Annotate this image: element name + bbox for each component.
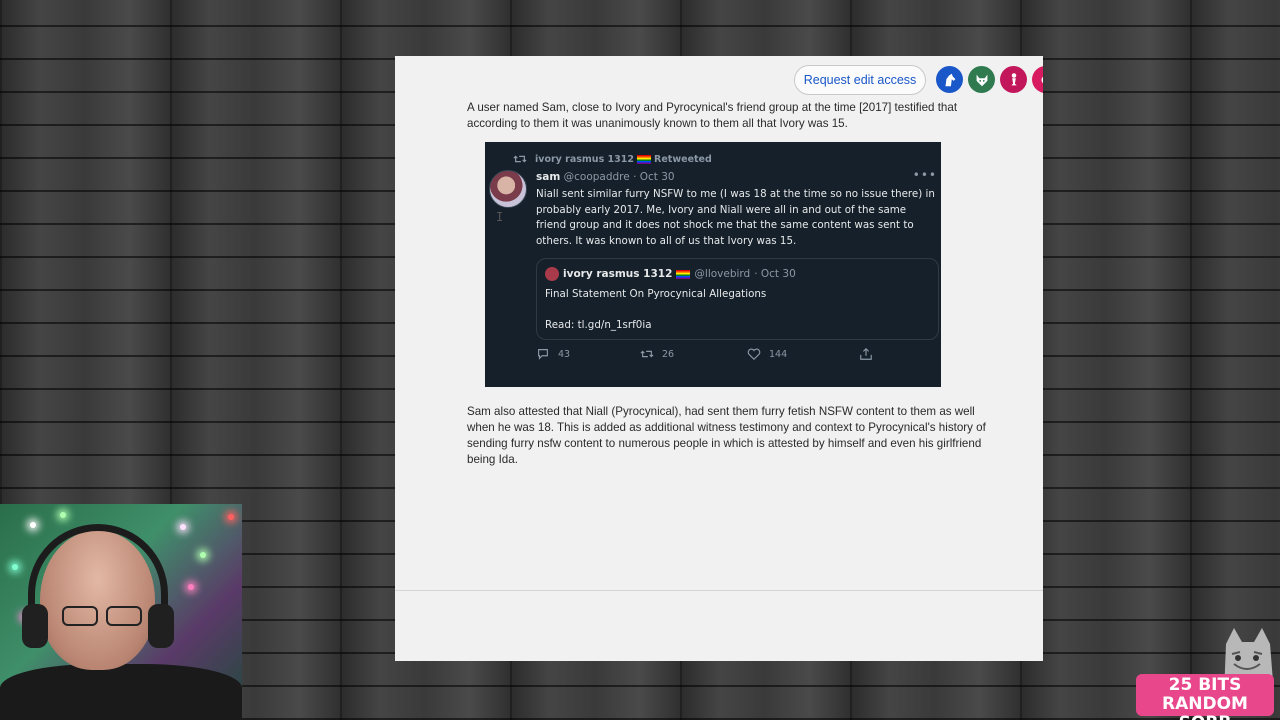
headphone-earcup-left (22, 604, 48, 648)
quoted-tweet-link: Read: tl.gd/n_1srf0ia (545, 319, 652, 331)
page-break-divider (395, 590, 1043, 591)
reply-count: 43 (558, 348, 571, 360)
avatar-partial-icon (1041, 75, 1043, 84)
wolf-icon (976, 74, 987, 86)
string-light (30, 522, 36, 528)
quoted-author-name: ivory rasmus 1312 (563, 268, 673, 280)
quoted-author-handle: @llovebird (694, 268, 751, 280)
author-avatar (489, 170, 527, 208)
horse-icon (945, 73, 955, 86)
collaborator-avatar-partial[interactable] (1032, 66, 1043, 93)
quoted-tweet-date: · Oct 30 (754, 268, 796, 280)
string-light (12, 564, 18, 570)
string-light (200, 552, 206, 558)
collaborator-avatar-wolf[interactable] (968, 66, 995, 93)
tweet-body: Niall sent similar furry NSFW to me (I w… (536, 188, 935, 247)
retweet-count: 26 (662, 348, 675, 360)
paragraph-additional-testimony: Sam also attested that Niall (Pyrocynica… (467, 405, 986, 466)
glasses-lens (106, 606, 142, 626)
reply-action: 43 (536, 347, 570, 361)
author-name: sam (536, 171, 561, 183)
share-icon (860, 347, 872, 360)
bits-sender: RANDOM SORB (1162, 694, 1248, 720)
share-action (859, 347, 873, 361)
streamer-shirt (0, 664, 242, 720)
more-options-icon: ••• (912, 168, 937, 182)
string-light (60, 512, 66, 518)
headphone-earcup-right (148, 604, 174, 648)
chess-piece-icon (1010, 72, 1017, 85)
string-light (188, 584, 194, 590)
collaborator-avatar-chess[interactable] (1000, 66, 1027, 93)
author-handle: @coopaddre (563, 171, 630, 183)
webcam-feed (0, 504, 242, 720)
quoted-tweet-header: ivory rasmus 1312 @llovebird · Oct 30 (545, 267, 796, 281)
tweet-header: sam @coopaddre · Oct 30 (536, 171, 675, 183)
text-cursor-icon: I (496, 210, 504, 224)
rainbow-flag-icon (637, 154, 652, 164)
retweet-icon (513, 155, 527, 163)
retweet-indicator: ivory rasmus 1312 Retweeted (513, 152, 712, 166)
paragraph-sam-testimony: A user named Sam, close to Ivory and Pyr… (467, 101, 958, 130)
glasses-lens (62, 606, 98, 626)
string-light (228, 514, 234, 520)
retweet-action: 26 (640, 347, 674, 361)
tweet-actions: 43 26 144 (536, 347, 876, 363)
bits-amount: 25 BITS (1168, 675, 1242, 695)
heart-icon (747, 348, 761, 361)
bits-alert: 25 BITS RANDOM SORB (1136, 674, 1274, 720)
retweet-icon (640, 350, 654, 358)
like-count: 144 (769, 348, 788, 360)
quoted-tweet-title: Final Statement On Pyrocynical Allegatio… (545, 288, 767, 300)
string-light (180, 524, 186, 530)
tweet-date: · Oct 30 (633, 171, 675, 183)
quoted-author-avatar (545, 267, 559, 281)
like-action: 144 (747, 347, 787, 361)
quoted-tweet: ivory rasmus 1312 @llovebird · Oct 30 Fi… (536, 258, 939, 340)
reply-icon (538, 349, 548, 360)
document-window: Request edit access A user named Sam, cl… (395, 56, 1043, 661)
retweeted-label: Retweeted (654, 153, 712, 165)
retweeter-name: ivory rasmus 1312 (535, 153, 634, 165)
rainbow-flag-icon (676, 269, 691, 279)
document-toolbar: Request edit access (395, 56, 1043, 102)
glasses (62, 606, 144, 628)
collaborator-avatar-horse[interactable] (936, 66, 963, 93)
request-edit-access-button[interactable]: Request edit access (794, 65, 926, 95)
tweet-screenshot: ivory rasmus 1312 Retweeted sam @coopadd… (485, 142, 941, 387)
